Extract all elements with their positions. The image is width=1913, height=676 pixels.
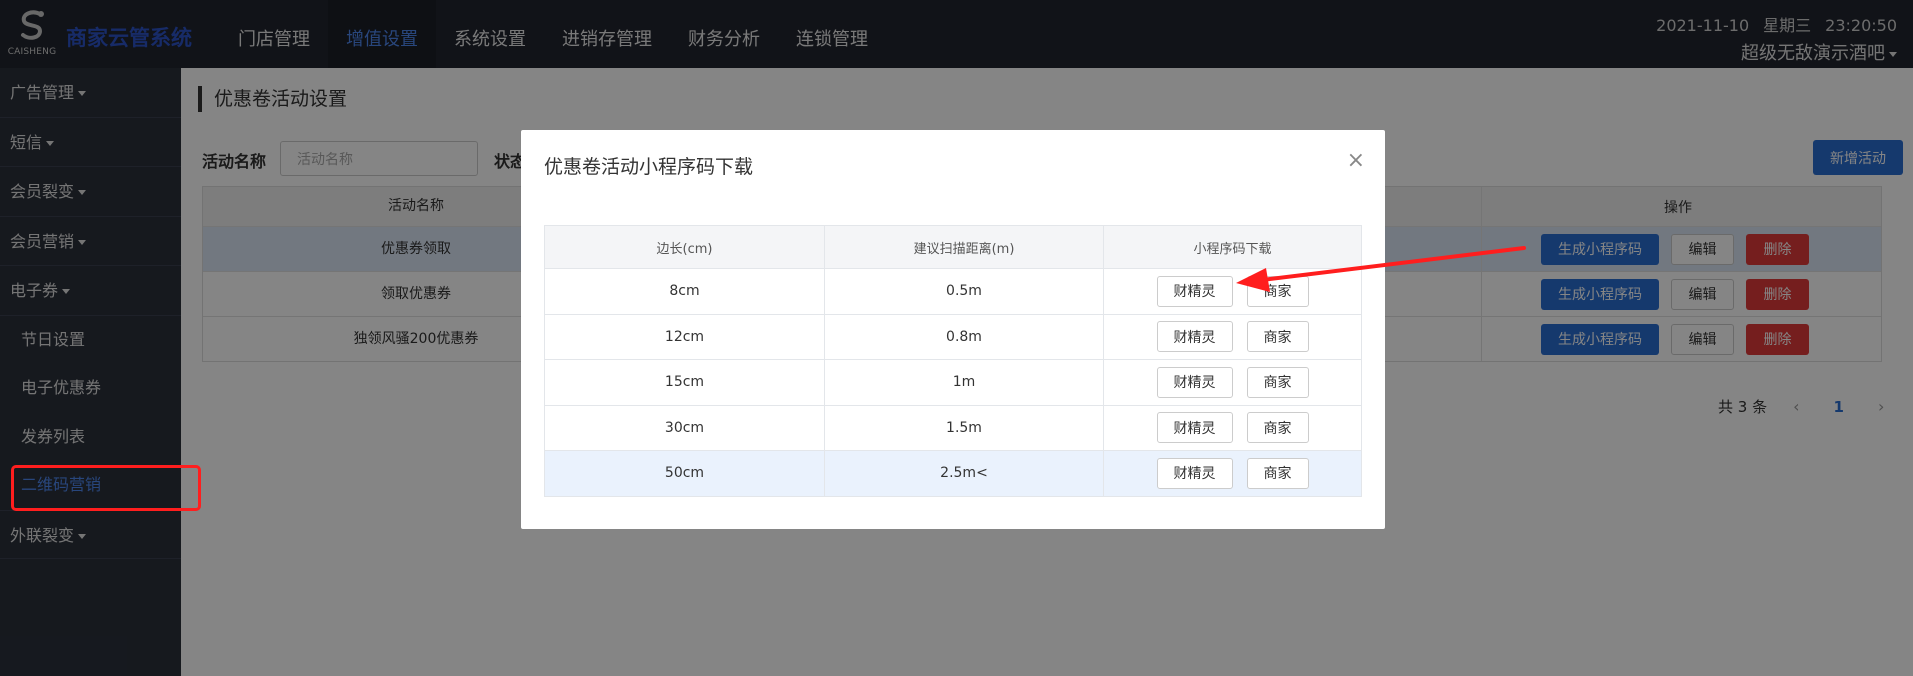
download-merchant-button[interactable]: 商家 bbox=[1246, 412, 1309, 444]
table-header: 边长(cm) 建议扫描距离(m) 小程序码下载 bbox=[545, 226, 1361, 268]
side-length: 8cm bbox=[669, 283, 700, 300]
scan-distance: 1.5m bbox=[824, 405, 1103, 450]
scan-distance: 0.5m bbox=[824, 269, 1103, 314]
qrcode-size-table: 边长(cm) 建议扫描距离(m) 小程序码下载 8cm 0.5m 财精灵 商家 … bbox=[544, 225, 1362, 497]
table-row: 30cm 1.5m 财精灵 商家 bbox=[545, 404, 1361, 450]
annotation-highlight-box bbox=[11, 465, 201, 511]
table-row: 50cm 2.5m< 财精灵 商家 bbox=[545, 450, 1361, 496]
close-icon[interactable]: × bbox=[1347, 150, 1365, 172]
download-caijingling-button[interactable]: 财精灵 bbox=[1156, 366, 1233, 398]
column-header-download: 小程序码下载 bbox=[1103, 226, 1361, 268]
side-length: 12cm bbox=[664, 328, 705, 345]
table-row: 8cm 0.5m 财精灵 商家 bbox=[545, 268, 1361, 314]
download-caijingling-button[interactable]: 财精灵 bbox=[1156, 412, 1233, 444]
side-length: 30cm bbox=[664, 419, 705, 436]
scan-distance: 2.5m< bbox=[824, 451, 1103, 496]
column-header-scan-distance: 建议扫描距离(m) bbox=[824, 226, 1103, 268]
dialog-title: 优惠卷活动小程序码下载 bbox=[544, 156, 754, 178]
table-row: 12cm 0.8m 财精灵 商家 bbox=[545, 313, 1361, 359]
scan-distance: 0.8m bbox=[824, 314, 1103, 359]
qrcode-download-dialog: 优惠卷活动小程序码下载 × 边长(cm) 建议扫描距离(m) 小程序码下载 8c… bbox=[521, 130, 1385, 529]
download-caijingling-button[interactable]: 财精灵 bbox=[1156, 275, 1233, 307]
download-merchant-button[interactable]: 商家 bbox=[1246, 321, 1309, 353]
download-merchant-button[interactable]: 商家 bbox=[1246, 275, 1309, 307]
side-length: 15cm bbox=[664, 374, 705, 391]
download-merchant-button[interactable]: 商家 bbox=[1246, 457, 1309, 489]
column-header-side-length: 边长(cm) bbox=[656, 241, 713, 257]
download-merchant-button[interactable]: 商家 bbox=[1246, 366, 1309, 398]
side-length: 50cm bbox=[664, 465, 705, 482]
download-caijingling-button[interactable]: 财精灵 bbox=[1156, 457, 1233, 489]
table-row: 15cm 1m 财精灵 商家 bbox=[545, 359, 1361, 405]
download-caijingling-button[interactable]: 财精灵 bbox=[1156, 321, 1233, 353]
scan-distance: 1m bbox=[824, 360, 1103, 405]
